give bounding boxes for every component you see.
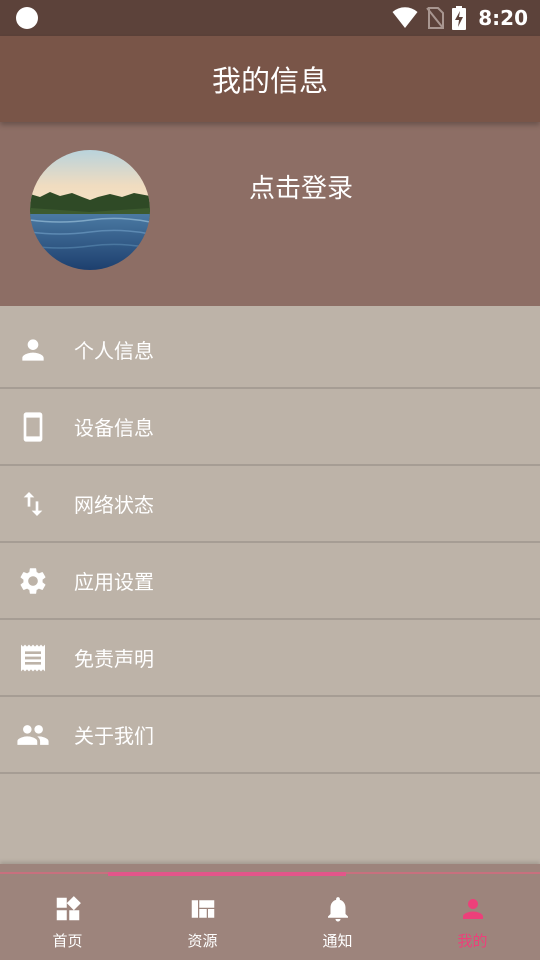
wifi-icon [392,7,418,28]
menu-item-label: 设备信息 [74,416,154,440]
menu-item-label: 网络状态 [74,493,154,517]
nav-scroll-indicator [108,872,346,876]
swap-vert-icon [16,487,50,521]
profile-header[interactable]: 点击登录 [0,122,540,306]
nav-label: 通知 [322,932,353,950]
status-bar: 8:20 [0,0,540,36]
nav-item-resources[interactable]: 资源 [135,894,270,958]
person-icon [462,899,483,919]
avatar[interactable] [30,150,150,270]
receipt-icon [16,641,50,675]
menu-item-label: 应用设置 [74,570,154,594]
no-sim-icon [426,7,445,29]
bell-icon [327,897,348,922]
nav-item-notifications[interactable]: 通知 [270,894,405,958]
menu-item-label: 关于我们 [74,724,154,748]
person-icon [16,333,50,367]
people-icon [16,718,50,752]
widgets-icon [56,896,81,921]
menu-item-disclaimer[interactable]: 免责声明 [0,620,540,697]
nav-label: 我的 [457,932,488,950]
status-time: 8:20 [478,6,528,30]
dashboard-icon [191,900,214,918]
nav-item-mine[interactable]: 我的 [405,894,540,958]
menu-item-device-info[interactable]: 设备信息 [0,389,540,466]
menu-item-network-status[interactable]: 网络状态 [0,466,540,543]
menu-item-label: 免责声明 [74,647,154,671]
phone-icon [16,410,50,444]
notification-dot-icon [16,7,38,29]
login-link[interactable]: 点击登录 [249,168,353,205]
gear-icon [16,564,50,598]
nav-item-home[interactable]: 首页 [0,894,135,958]
page-title: 我的信息 [211,64,328,98]
avatar-lake-image [30,150,150,270]
nav-label: 首页 [52,932,83,950]
app-bar: 我的信息 [0,36,540,122]
settings-menu: 个人信息 设备信息 网络状态 应用设置 免责声明 关于我们 [0,312,540,774]
menu-item-about-us[interactable]: 关于我们 [0,697,540,774]
battery-charging-icon [452,6,467,30]
menu-item-app-settings[interactable]: 应用设置 [0,543,540,620]
bottom-navigation: 首页 资源 通知 我的 [0,864,540,960]
nav-label: 资源 [187,932,218,950]
menu-item-label: 个人信息 [74,339,154,363]
menu-item-personal-info[interactable]: 个人信息 [0,312,540,389]
